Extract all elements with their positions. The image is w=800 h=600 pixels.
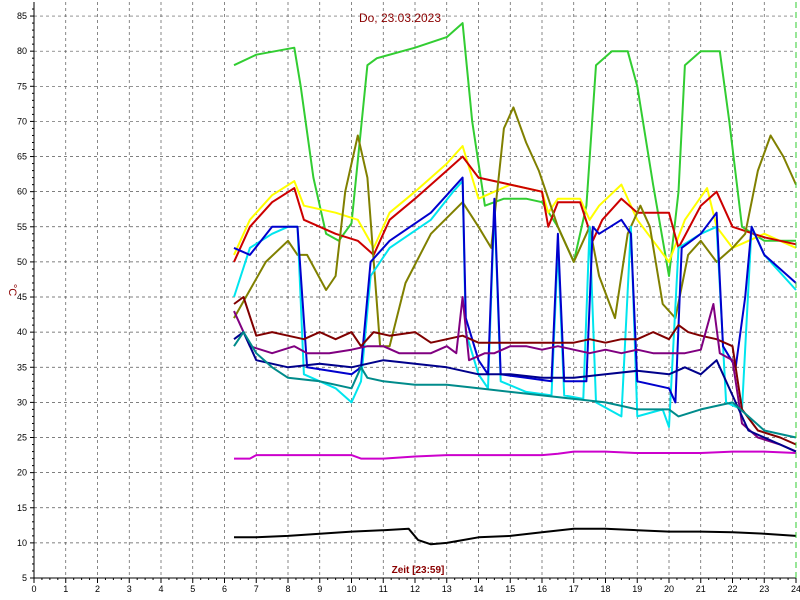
- x-axis-label: Zeit [23:59]: [392, 565, 445, 576]
- x-tick-label-9: 9: [317, 584, 322, 594]
- x-tick-label-4: 4: [158, 584, 163, 594]
- x-tick-label-10: 10: [346, 584, 356, 594]
- x-tick-label-12: 12: [410, 584, 420, 594]
- y-tick-label-10: 55: [17, 222, 27, 232]
- x-tick-label-17: 17: [569, 584, 579, 594]
- x-tick-label-16: 16: [537, 584, 547, 594]
- x-tick-label-0: 0: [31, 584, 36, 594]
- x-tick-label-19: 19: [632, 584, 642, 594]
- y-tick-label-5: 30: [17, 397, 27, 407]
- x-tick-label-2: 2: [95, 584, 100, 594]
- y-tick-label-1: 10: [17, 538, 27, 548]
- x-tick-label-8: 8: [285, 584, 290, 594]
- x-tick-label-6: 6: [222, 584, 227, 594]
- y-tick-label-6: 35: [17, 362, 27, 372]
- y-tick-label-3: 20: [17, 468, 27, 478]
- y-tick-label-2: 15: [17, 503, 27, 513]
- y-tick-label-11: 60: [17, 187, 27, 197]
- y-tick-label-15: 80: [17, 46, 27, 56]
- x-tick-label-15: 15: [505, 584, 515, 594]
- x-tick-label-3: 3: [127, 584, 132, 594]
- x-tick-label-7: 7: [254, 584, 259, 594]
- x-tick-label-22: 22: [727, 584, 737, 594]
- temperature-line-chart: 0 1 2 3 4 5 6 7 8 9 10 11 12 13 14 15 16 17 18 19 20 21 22 23 24…: [0, 0, 800, 600]
- x-tick-label-23: 23: [759, 584, 769, 594]
- y-axis-label: °C: [6, 284, 18, 296]
- x-tick-label-21: 21: [696, 584, 706, 594]
- y-tick-label-14: 75: [17, 81, 27, 91]
- x-tick-label-11: 11: [379, 584, 388, 594]
- x-tick-label-18: 18: [600, 584, 610, 594]
- y-tick-label-13: 70: [17, 116, 27, 126]
- x-tick-label-24: 24: [791, 584, 800, 594]
- y-tick-label-9: 50: [17, 257, 27, 267]
- y-tick-label-12: 65: [17, 152, 27, 162]
- x-tick-label-13: 13: [442, 584, 452, 594]
- x-tick-label-14: 14: [473, 584, 483, 594]
- x-tick-label-1: 1: [63, 584, 68, 594]
- x-tick-label-5: 5: [190, 584, 195, 594]
- y-tick-label-4: 25: [17, 433, 27, 443]
- x-tick-label-20: 20: [664, 584, 674, 594]
- y-tick-label-16: 85: [17, 11, 27, 21]
- y-tick-label-0: 5: [22, 573, 27, 583]
- y-tick-label-7: 40: [17, 327, 27, 337]
- chart-title: Do, 23.03.2023: [359, 11, 441, 25]
